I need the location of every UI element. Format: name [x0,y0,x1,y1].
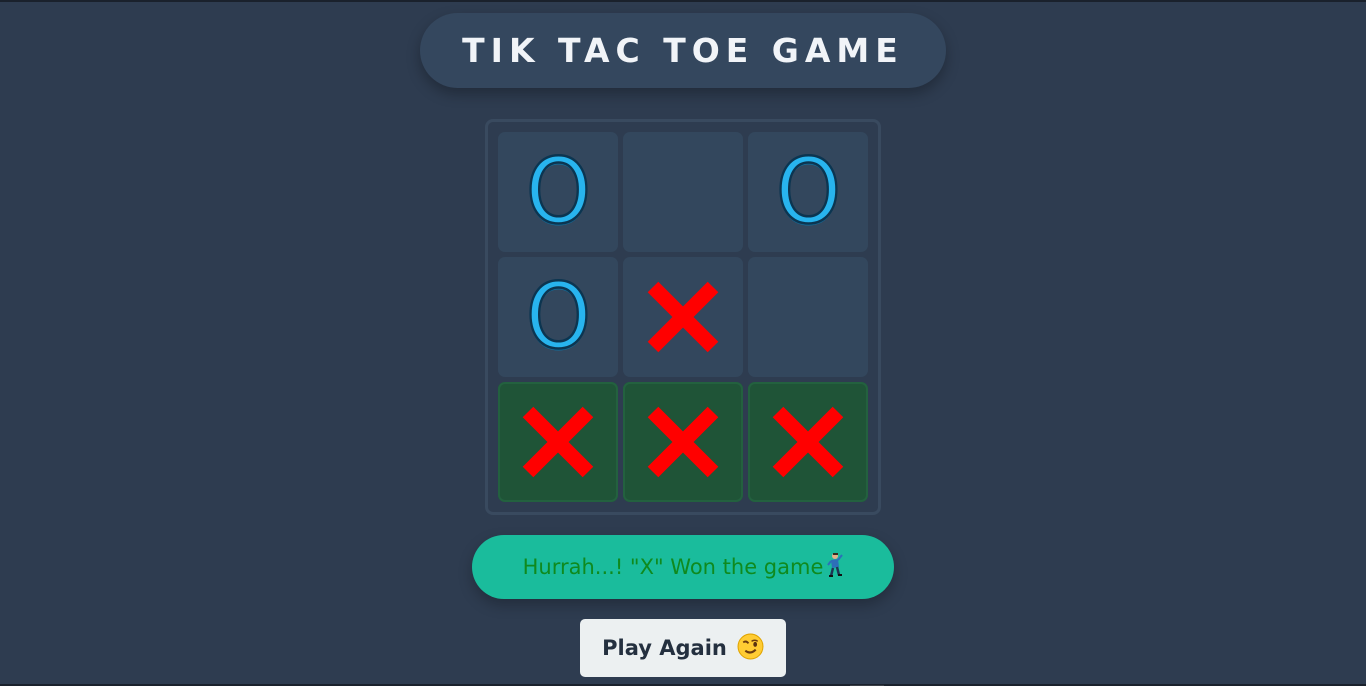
status-banner: Hurrah...! "X" Won the game [472,535,894,599]
board-cell-3-2[interactable] [623,382,743,502]
board-cell-1-2[interactable] [623,132,743,252]
game-board: OOO [485,119,881,515]
board-cell-2-3[interactable] [748,257,868,377]
x-mark [770,404,846,480]
board-cell-2-1[interactable]: O [498,257,618,377]
status-message: Hurrah...! "X" Won the game [522,555,824,579]
dancing-man-icon [825,552,844,582]
x-mark [645,279,721,355]
board-cell-3-3[interactable] [748,382,868,502]
o-mark: O [774,139,841,244]
x-mark [520,404,596,480]
title-banner: TIK TAC TOE GAME [420,13,946,88]
board-cell-3-1[interactable] [498,382,618,502]
board-cell-2-2[interactable] [623,257,743,377]
game-title: TIK TAC TOE GAME [462,31,904,70]
o-mark: O [524,139,591,244]
winking-face-icon [737,633,764,663]
play-again-button[interactable]: Play Again [580,619,786,677]
board-cell-1-3[interactable]: O [748,132,868,252]
board-cell-1-1[interactable]: O [498,132,618,252]
o-mark: O [524,264,591,369]
game-page: TIK TAC TOE GAME OOO Hurrah...! "X" Won … [0,0,1366,686]
x-mark [645,404,721,480]
play-again-label: Play Again [602,636,727,660]
